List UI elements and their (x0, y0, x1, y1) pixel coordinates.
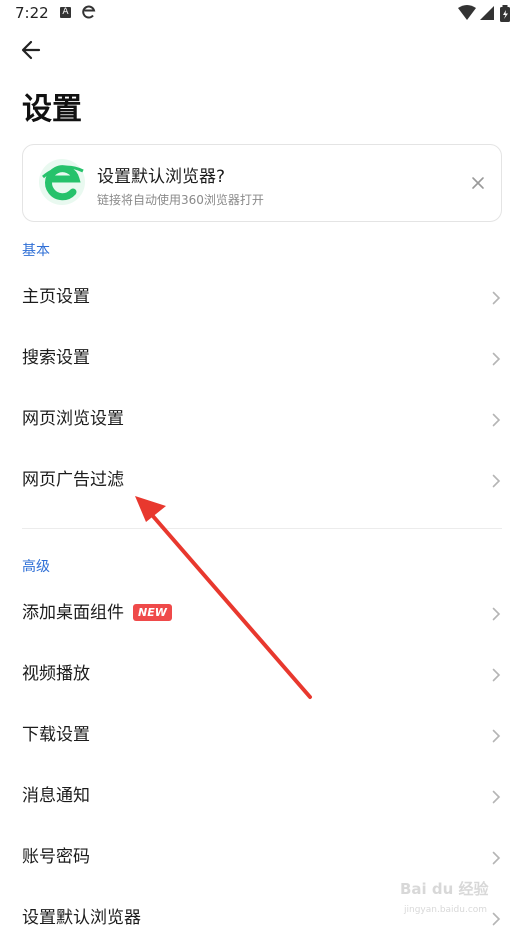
baidu-watermark: Bai du 经验 jingyan.baidu.com (400, 878, 500, 922)
back-button[interactable] (18, 36, 46, 64)
card-title: 设置默认浏览器? (97, 167, 226, 187)
section-label-basic: 基本 (22, 243, 50, 259)
settings-row-ad-filter[interactable]: 网页广告过滤 (0, 450, 524, 510)
browser-e-icon (82, 4, 96, 24)
status-right-icons (458, 5, 522, 27)
chevron-right-icon (492, 291, 501, 305)
watermark-url: jingyan.baidu.com (404, 905, 488, 915)
new-badge: NEW (133, 604, 172, 621)
row-label: 添加桌面组件 (22, 603, 124, 623)
wifi-icon (458, 5, 476, 20)
row-label: 网页浏览设置 (22, 409, 124, 429)
status-time: 7:22 (15, 4, 49, 22)
row-label: 账号密码 (22, 847, 90, 867)
settings-row-homepage[interactable]: 主页设置 (0, 267, 524, 327)
section-divider (22, 528, 502, 529)
row-label: 设置默认浏览器 (22, 908, 141, 928)
settings-row-video[interactable]: 视频播放 (0, 644, 524, 704)
row-label: 主页设置 (22, 287, 90, 307)
notification-a-icon: A (60, 7, 71, 18)
card-subtitle: 链接将自动使用360浏览器打开 (97, 193, 264, 207)
settings-row-search[interactable]: 搜索设置 (0, 328, 524, 388)
watermark-logo: Bai du 经验 (400, 880, 489, 898)
battery-icon (500, 5, 510, 22)
chevron-right-icon (492, 851, 501, 865)
section-label-advanced: 高级 (22, 559, 50, 575)
status-bar: 7:22 A (0, 0, 524, 28)
row-label: 消息通知 (22, 786, 90, 806)
settings-row-notifications[interactable]: 消息通知 (0, 766, 524, 826)
chevron-right-icon (492, 352, 501, 366)
browser-360-logo-icon (37, 157, 87, 207)
row-label: 下载设置 (22, 725, 90, 745)
default-browser-card[interactable]: 设置默认浏览器? 链接将自动使用360浏览器打开 (22, 144, 502, 222)
page-title: 设置 (22, 92, 82, 127)
chevron-right-icon (492, 668, 501, 682)
chevron-right-icon (492, 790, 501, 804)
row-label: 视频播放 (22, 664, 90, 684)
chevron-right-icon (492, 729, 501, 743)
chevron-right-icon (492, 413, 501, 427)
close-icon[interactable] (471, 175, 485, 189)
signal-icon (480, 6, 494, 20)
back-arrow-icon (21, 40, 41, 60)
chevron-right-icon (492, 607, 501, 621)
chevron-right-icon (492, 474, 501, 488)
settings-row-browsing[interactable]: 网页浏览设置 (0, 389, 524, 449)
settings-row-desktop-widget[interactable]: 添加桌面组件 NEW (0, 583, 524, 643)
row-label: 搜索设置 (22, 348, 90, 368)
settings-row-download[interactable]: 下载设置 (0, 705, 524, 765)
row-label: 网页广告过滤 (22, 470, 124, 490)
